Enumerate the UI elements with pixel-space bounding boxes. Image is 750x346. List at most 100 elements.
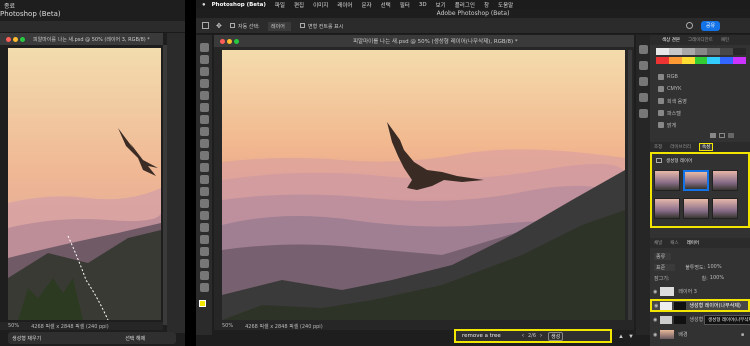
tab-adjustments[interactable]: 조정 <box>654 144 662 150</box>
menu-help[interactable]: 도움말 <box>498 1 513 9</box>
swatch-group-rgb[interactable]: RGB <box>650 71 750 83</box>
gradient-tool[interactable] <box>200 187 209 196</box>
pen-tool[interactable] <box>200 223 209 232</box>
maximize-dot[interactable] <box>20 36 25 42</box>
eye-icon[interactable]: ◉ <box>653 317 657 323</box>
history-brush-tool[interactable] <box>200 163 209 172</box>
swatch[interactable] <box>656 57 669 64</box>
properties-panel-icon[interactable] <box>639 61 648 70</box>
home-icon[interactable] <box>202 22 209 29</box>
opacity-value[interactable]: 100% <box>707 264 721 270</box>
hand-tool[interactable] <box>200 271 209 280</box>
eye-icon[interactable]: ◉ <box>654 303 658 309</box>
tab-properties[interactable]: 속성 <box>698 143 714 151</box>
eye-icon[interactable]: ◉ <box>653 289 657 295</box>
next-variation-icon[interactable]: › <box>540 333 542 339</box>
blend-mode-dropdown[interactable]: 표준 <box>654 263 676 271</box>
variation-thumb-4[interactable] <box>654 198 680 219</box>
prompt-field[interactable]: remove a tree <box>462 333 518 339</box>
swatch-group-light[interactable]: 밝게 <box>650 119 750 131</box>
menu-filter[interactable]: 필터 <box>400 1 410 9</box>
frame-tool[interactable] <box>200 103 209 112</box>
search-icon[interactable] <box>686 22 693 29</box>
apple-icon[interactable]: ● <box>202 2 206 8</box>
variation-thumb-6[interactable] <box>712 198 738 219</box>
swatch[interactable] <box>694 48 708 55</box>
menu-app[interactable]: Photoshop (Beta) <box>212 2 266 8</box>
swatch[interactable] <box>681 48 695 55</box>
swatch[interactable] <box>720 57 734 64</box>
left-generative-fill-button[interactable]: 생성형 채우기 <box>12 335 41 342</box>
zoom-tool[interactable] <box>200 283 209 292</box>
swatch[interactable] <box>668 57 682 64</box>
move-tool[interactable] <box>200 43 209 52</box>
dodge-tool[interactable] <box>200 211 209 220</box>
main-canvas[interactable] <box>222 50 625 320</box>
tab-channels[interactable]: 채널 <box>654 240 662 246</box>
swatch-group-gray[interactable]: 회색 음영 <box>650 95 750 107</box>
doc-close-dot[interactable] <box>220 38 225 44</box>
variation-thumb-1[interactable] <box>654 170 680 191</box>
tab-gradients[interactable]: 그레이디언트 <box>688 37 713 43</box>
canvas-vscroll[interactable] <box>628 50 632 320</box>
tab-paths[interactable]: 패스 <box>670 240 678 246</box>
thumbs-down-icon[interactable]: ▼ <box>628 334 634 340</box>
paragraph-panel-icon[interactable] <box>639 109 648 118</box>
doc-min-dot[interactable] <box>227 38 232 44</box>
left-deselect-button[interactable]: 선택 해제 <box>125 335 145 342</box>
generate-button[interactable]: 생성 <box>548 331 564 341</box>
variation-thumb-2[interactable] <box>683 170 709 191</box>
stamp-tool[interactable] <box>200 151 209 160</box>
swatch-group-cmyk[interactable]: CMYK <box>650 83 750 95</box>
marquee-tool[interactable] <box>200 55 209 64</box>
variation-thumb-3[interactable] <box>712 170 738 191</box>
lasso-tool[interactable] <box>200 67 209 76</box>
swatch[interactable] <box>681 57 695 64</box>
minimize-dot[interactable] <box>13 36 18 42</box>
thumbs-up-icon[interactable]: ▲ <box>618 334 624 340</box>
swatch-group-pastel[interactable]: 파스텔 <box>650 107 750 119</box>
left-doc-tab[interactable]: 피알마이를 나는 새.psd @ 50% (레이어 3, RGB/8) * <box>0 33 163 45</box>
shape-tool[interactable] <box>200 259 209 268</box>
swatch[interactable] <box>733 48 747 55</box>
close-dot[interactable] <box>6 36 11 42</box>
share-button[interactable]: 공유 <box>701 21 720 31</box>
layer-row-selected[interactable]: ◉ 생성형 레이어(나무삭제) <box>650 299 750 312</box>
tab-patterns[interactable]: 패턴 <box>721 37 729 43</box>
auto-select-dropdown[interactable]: 레이어 <box>268 22 291 31</box>
auto-select-checkbox[interactable] <box>230 23 235 28</box>
menu-layer[interactable]: 레이어 <box>337 1 352 9</box>
move-tool-icon[interactable]: ✥ <box>216 22 222 30</box>
tab-libraries[interactable]: 라이브러리 <box>670 144 691 150</box>
fill-value[interactable]: 100% <box>710 275 724 281</box>
prev-variation-icon[interactable]: ‹ <box>522 333 524 339</box>
crop-tool[interactable] <box>200 91 209 100</box>
swatch[interactable] <box>656 48 669 55</box>
path-select-tool[interactable] <box>200 247 209 256</box>
menu-plugins[interactable]: 플러그인 <box>455 1 475 9</box>
character-panel-icon[interactable] <box>639 93 648 102</box>
type-tool[interactable] <box>200 235 209 244</box>
eraser-tool[interactable] <box>200 175 209 184</box>
swatch[interactable] <box>694 57 708 64</box>
left-menubar-item[interactable]: 종료 <box>4 1 15 10</box>
menu-image[interactable]: 이미지 <box>313 1 328 9</box>
swatch[interactable] <box>668 48 682 55</box>
trash-icon[interactable] <box>728 133 734 138</box>
swatch[interactable] <box>720 48 734 55</box>
menu-view[interactable]: 보기 <box>436 1 446 9</box>
add-swatch-icon[interactable] <box>719 133 725 138</box>
menu-file[interactable]: 파일 <box>275 1 285 9</box>
folder-new-icon[interactable] <box>710 133 716 138</box>
history-panel-icon[interactable] <box>639 45 648 54</box>
tab-layers[interactable]: 레이어 <box>687 240 699 246</box>
doc-tab[interactable]: 피알마이를 나는 새.psd @ 50% (생성형 레이어(나무삭제), RGB… <box>214 35 634 47</box>
eye-icon[interactable]: ◉ <box>653 332 657 338</box>
layer-filter-dropdown[interactable]: 종류 <box>654 252 672 260</box>
left-canvas[interactable] <box>8 48 161 320</box>
eyedropper-tool[interactable] <box>200 115 209 124</box>
swatch[interactable] <box>733 57 747 64</box>
variation-thumb-5[interactable] <box>683 198 709 219</box>
swatch[interactable] <box>707 57 721 64</box>
foreground-color[interactable] <box>199 300 206 307</box>
